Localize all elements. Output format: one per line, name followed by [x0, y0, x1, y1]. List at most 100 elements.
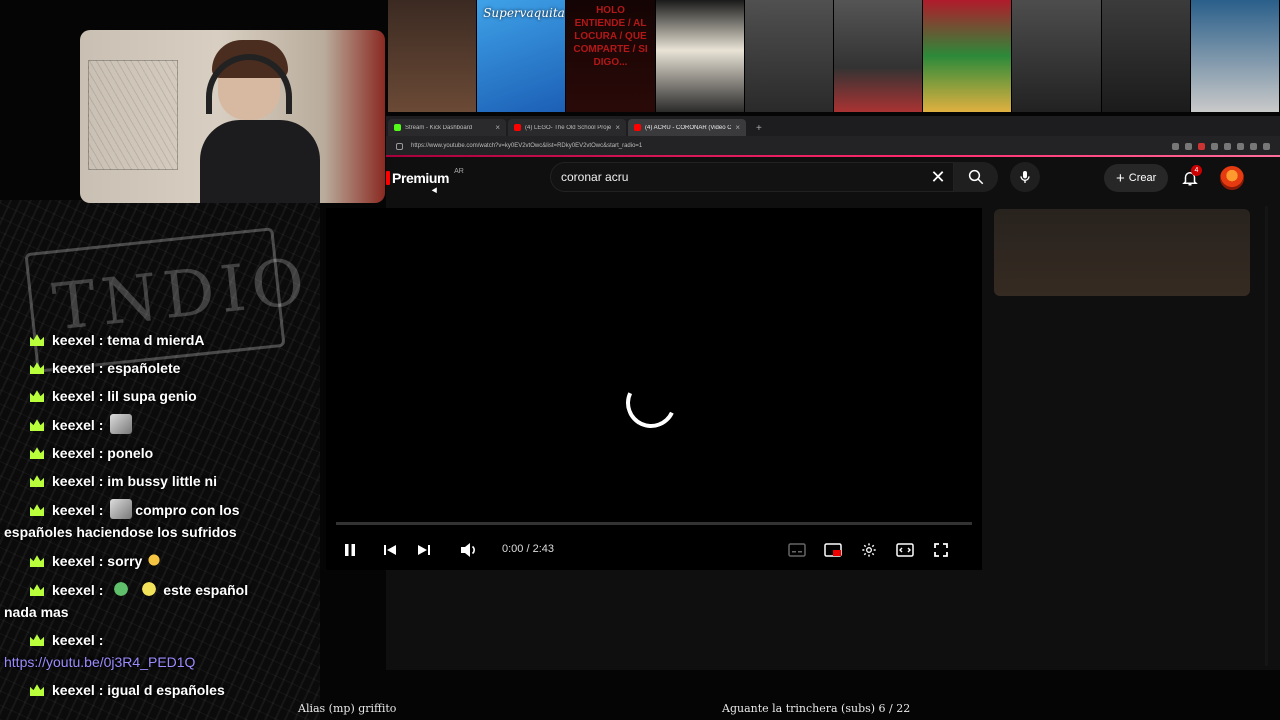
new-tab-button[interactable]: + [748, 123, 770, 136]
chat-link[interactable]: https://youtu.be/0j3R4_PED1Q [4, 652, 316, 672]
chat-message: keexel : compro con los españoles hacien… [4, 499, 316, 542]
extension-icon[interactable] [1172, 142, 1179, 150]
collage-photo: HOLO ENTIENDE / AL LOCURA / QUE COMPARTE… [566, 0, 656, 112]
subscriber-badge-icon [30, 390, 44, 402]
extension-icon[interactable] [1224, 142, 1231, 150]
chat-text: este español [163, 582, 249, 598]
close-icon[interactable]: × [615, 123, 620, 132]
pause-icon [345, 544, 355, 556]
chat-message: keexel : igual d españoles [26, 680, 316, 700]
chat-text-continuation: españoles haciendose los sufridos [4, 524, 237, 540]
time-display: 0:00 / 2:43 [502, 543, 554, 555]
voice-search-button[interactable] [1010, 162, 1040, 192]
chat-message: keexel : sorry [26, 550, 316, 571]
browser-tab[interactable]: Stream - Kick Dashboard × [388, 119, 506, 136]
extension-icons [1172, 142, 1270, 150]
tab-title: (4) LEGO- The Old School Project #1 [525, 124, 612, 131]
create-label: Crear [1128, 172, 1157, 184]
miniplayer-button[interactable] [818, 532, 848, 568]
photo-collage: Supervaquita HOLO ENTIENDE / AL LOCURA /… [388, 0, 1280, 112]
chat-text: igual d españoles [107, 682, 225, 698]
miniplayer-icon [824, 543, 842, 557]
chat-username: keexel [52, 388, 95, 404]
browser-window: Stream - Kick Dashboard × (4) LEGO- The … [326, 116, 1280, 670]
collage-photo [1190, 0, 1280, 112]
extension-icon[interactable] [1237, 142, 1244, 150]
youtube-logo[interactable]: Premium AR [386, 167, 464, 186]
subtitles-button[interactable] [782, 532, 812, 568]
settings-button[interactable] [854, 532, 884, 568]
clear-icon[interactable]: ✕ [923, 167, 953, 188]
previous-button[interactable] [376, 532, 404, 568]
chat-username: keexel [52, 417, 95, 433]
chat-message: keexel : [26, 414, 316, 435]
player-controls: 0:00 / 2:43 [326, 532, 982, 568]
chat-text: españolete [107, 360, 181, 376]
browser-tab-active[interactable]: (4) ACRU - CORONAR (Video Of × [628, 119, 746, 136]
collage-photo [744, 0, 835, 112]
chat-message: keexel : tema d mierdA [26, 330, 316, 350]
volume-button[interactable] [454, 532, 484, 568]
account-avatar[interactable] [1220, 166, 1244, 190]
collage-photo [834, 0, 924, 112]
chat-message: keexel : https://youtu.be/0j3R4_PED1Q [4, 630, 316, 672]
emote-image-icon [110, 499, 133, 519]
fullscreen-button[interactable] [926, 532, 956, 568]
next-button[interactable] [410, 532, 438, 568]
chat-text: sorry [107, 553, 143, 569]
youtube-icon [634, 124, 641, 131]
chat-username: keexel [52, 582, 95, 598]
subscriber-badge-icon [30, 684, 44, 696]
tab-bar: Stream - Kick Dashboard × (4) LEGO- The … [386, 116, 1280, 136]
video-player[interactable]: 0:00 / 2:43 [326, 208, 982, 570]
menu-icon[interactable] [1263, 142, 1270, 150]
collage-caption: HOLO ENTIENDE / AL LOCURA / QUE COMPARTE… [573, 5, 648, 68]
youtube-logo-icon [386, 171, 390, 185]
chat-text: tema d mierdA [107, 332, 205, 348]
collage-photo [388, 0, 478, 112]
page-scrollbar[interactable] [1265, 206, 1268, 666]
chat-username: keexel [52, 553, 95, 569]
create-button[interactable]: + Crear [1104, 164, 1169, 192]
progress-bar[interactable] [336, 522, 972, 525]
extension-icon[interactable] [1198, 142, 1205, 150]
pause-button[interactable] [336, 532, 364, 568]
subscriber-badge-icon [30, 475, 44, 487]
emote-image-icon [110, 414, 133, 434]
fullscreen-icon [934, 543, 948, 557]
close-icon[interactable]: × [495, 123, 500, 132]
recommendation-placeholder [994, 209, 1250, 296]
kick-icon [394, 124, 401, 131]
country-code: AR [454, 167, 464, 175]
frog-emote-icon [110, 579, 133, 599]
subscriber-badge-icon [30, 362, 44, 374]
extension-icon[interactable] [1250, 142, 1257, 150]
chat-text: ponelo [107, 445, 154, 461]
search-button[interactable] [954, 162, 998, 192]
collage-photo [1101, 0, 1191, 112]
gear-icon [862, 543, 876, 557]
close-icon[interactable]: × [735, 123, 740, 132]
extension-icon[interactable] [1211, 142, 1218, 150]
address-bar: https://www.youtube.com/watch?v=ky0EV2vt… [386, 136, 1280, 156]
peek-emote-icon [145, 550, 164, 570]
search-box[interactable]: coronar acru ✕ [550, 162, 954, 192]
url-field[interactable]: https://www.youtube.com/watch?v=ky0EV2vt… [411, 143, 1172, 149]
chat-username: keexel [52, 332, 95, 348]
chat-username: keexel [52, 632, 95, 648]
chat-overlay: keexel : tema d mierdA keexel : españole… [4, 330, 316, 708]
volume-icon [461, 543, 475, 557]
webcam-feed [80, 30, 385, 203]
search-input[interactable]: coronar acru [561, 170, 923, 184]
search-icon [968, 169, 984, 185]
blob-emote-icon [138, 579, 161, 599]
tab-title: Stream - Kick Dashboard [405, 124, 473, 131]
chat-message: keexel : este español nada mas [4, 579, 316, 622]
site-info-icon[interactable] [396, 142, 403, 150]
chat-message: keexel : lil supa genio [26, 386, 316, 406]
theater-mode-button[interactable] [890, 532, 920, 568]
subscriber-badge-icon [30, 634, 44, 646]
extension-icon[interactable] [1185, 142, 1192, 150]
browser-tab[interactable]: (4) LEGO- The Old School Project #1 × [508, 119, 626, 136]
notifications-button[interactable]: 4 [1176, 164, 1204, 192]
